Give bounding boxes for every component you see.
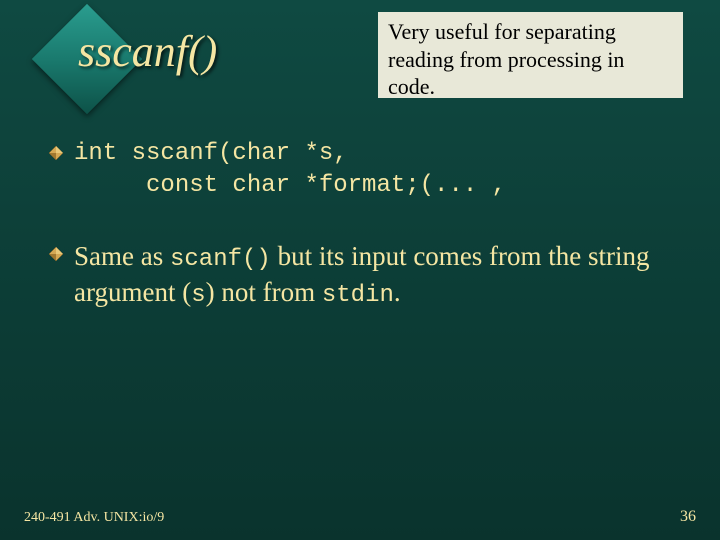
prose-code: stdin — [322, 282, 394, 309]
footer-course-label: 240-491 Adv. UNIX:io/9 — [24, 510, 164, 526]
diamond-bullet-icon — [48, 145, 64, 161]
diamond-bullet-icon — [48, 246, 64, 262]
code-line-1: int sscanf(char *s, — [74, 140, 348, 167]
code-line-2: const char *format;(... , — [74, 172, 506, 199]
slide-number: 36 — [680, 508, 696, 526]
prose-text: Same as — [74, 241, 170, 271]
bullet-prose: Same as scanf() but its input comes from… — [48, 239, 668, 311]
bullet-code: int sscanf(char *s, const char *format;(… — [48, 138, 668, 203]
prose-description: Same as scanf() but its input comes from… — [74, 239, 668, 311]
prose-code: scanf() — [170, 246, 271, 273]
prose-code: s — [191, 282, 205, 309]
callout-box: Very useful for separating reading from … — [378, 12, 683, 98]
slide-content: int sscanf(char *s, const char *format;(… — [48, 138, 668, 339]
callout-text: Very useful for separating reading from … — [388, 19, 624, 99]
prose-text: . — [394, 277, 401, 307]
slide-title: sscanf() — [78, 26, 217, 77]
code-declaration: int sscanf(char *s, const char *format;(… — [74, 138, 506, 203]
prose-text: ) not from — [206, 277, 322, 307]
